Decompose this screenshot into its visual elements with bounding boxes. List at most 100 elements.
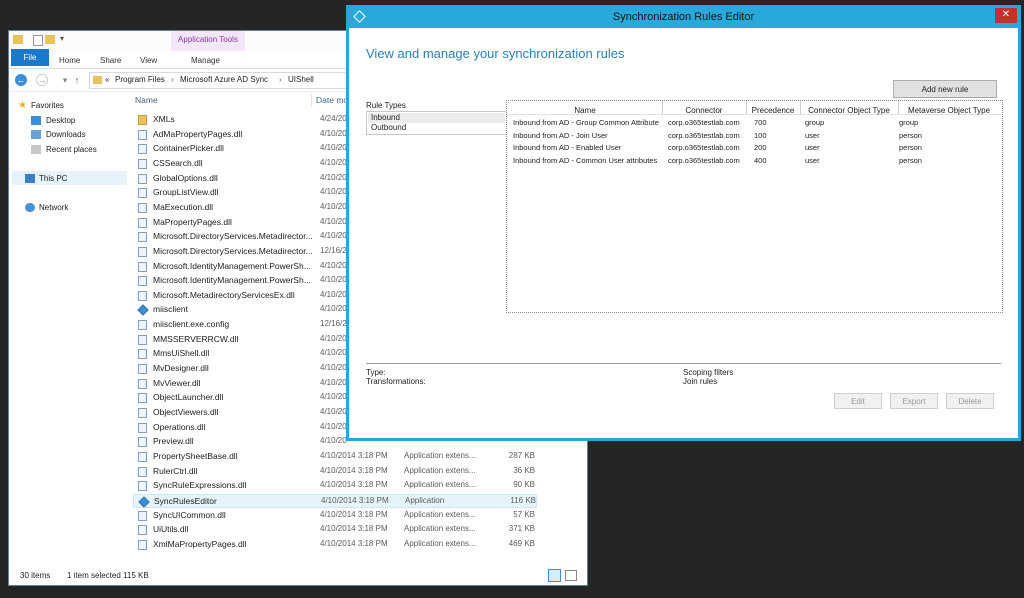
tab-view[interactable]: View xyxy=(140,54,157,68)
breadcrumb-azure-ad-sync[interactable]: Microsoft Azure AD Sync xyxy=(180,73,268,86)
page-heading: View and manage your synchronization rul… xyxy=(366,46,625,61)
file-icon xyxy=(138,510,147,521)
rule-name: Inbound from AD - Group Common Attribute xyxy=(513,118,659,127)
file-icon xyxy=(138,217,147,228)
rule-types-list: Inbound Outbound xyxy=(366,111,508,135)
file-icon xyxy=(138,246,147,257)
file-date: 4/10/20 xyxy=(320,201,347,211)
file-row[interactable]: SyncRuleExpressions.dll 4/10/2014 3:18 PM… xyxy=(133,479,537,493)
rule-types-label: Rule Types xyxy=(366,101,406,110)
file-icon xyxy=(138,129,147,140)
large-icons-view-icon[interactable] xyxy=(565,570,577,581)
rule-name: Inbound from AD - Common User attributes xyxy=(513,155,658,165)
file-row[interactable]: SyncRulesEditor 4/10/2014 3:18 PM Applicat… xyxy=(133,493,537,508)
detail-scoping-filters-label: Scoping filters xyxy=(683,368,734,377)
rule-precedence: 200 xyxy=(754,143,767,152)
file-name: AdMaPropertyPages.dll xyxy=(153,128,243,139)
breadcrumb-uishell[interactable]: UIShell xyxy=(288,73,314,86)
file-icon xyxy=(138,466,147,477)
rule-type-inbound[interactable]: Inbound xyxy=(368,113,505,123)
editor-title-bar[interactable]: Synchronization Rules Editor ✕ xyxy=(349,8,1018,28)
file-row[interactable]: SyncUICommon.dll 4/10/2014 3:18 PM Applica… xyxy=(133,509,537,523)
file-row[interactable]: UiUtils.dll 4/10/2014 3:18 PM Application … xyxy=(133,523,537,537)
file-date: 4/10/20 xyxy=(320,216,347,226)
file-size: 371 KB xyxy=(508,524,535,534)
file-date: 4/10/20 xyxy=(320,157,347,167)
details-view-icon[interactable] xyxy=(548,569,561,582)
file-icon xyxy=(138,437,147,448)
file-size: 116 KB xyxy=(510,495,536,505)
file-name: XmlMaPropertyPages.dll xyxy=(153,538,247,549)
nav-favorites[interactable]: Favorites xyxy=(31,100,64,112)
file-row[interactable]: XmlMaPropertyPages.dll 4/10/2014 3:18 PM A… xyxy=(133,538,537,552)
computer-icon xyxy=(25,174,35,183)
file-icon xyxy=(138,525,147,536)
file-size: 469 KB xyxy=(508,538,535,548)
up-arrow-icon[interactable]: ↑ xyxy=(71,74,83,86)
file-icon xyxy=(138,290,147,301)
delete-button[interactable]: Delete xyxy=(946,393,994,409)
file-size: 36 KB xyxy=(513,465,535,475)
downloads-icon xyxy=(31,130,41,139)
rule-metaverse-object-type: person xyxy=(899,143,922,152)
folder-icon xyxy=(13,35,23,44)
detail-transformations-label: Transformations: xyxy=(366,377,426,386)
folder-icon xyxy=(93,76,102,84)
file-icon xyxy=(138,422,147,433)
rule-connector-object-type: user xyxy=(805,130,820,140)
nav-this-pc[interactable]: This PC xyxy=(39,173,67,185)
file-row[interactable]: PropertySheetBase.dll 4/10/2014 3:18 PM Ap… xyxy=(133,450,537,464)
file-name: Microsoft.DirectoryServices.Metadirector… xyxy=(153,245,313,256)
desktop-icon xyxy=(31,116,41,125)
customize-toolbar-icon[interactable]: ▾ xyxy=(60,34,64,43)
tab-home[interactable]: Home xyxy=(59,54,80,68)
file-icon xyxy=(138,276,147,287)
close-icon[interactable]: ✕ xyxy=(995,8,1017,23)
back-arrow-icon[interactable]: ← xyxy=(15,74,27,86)
export-button[interactable]: Export xyxy=(890,393,938,409)
column-header-connector-object-type[interactable]: Connector Object Type xyxy=(801,106,897,115)
file-row[interactable]: RulerCtrl.dll 4/10/2014 3:18 PM Applicatio… xyxy=(133,465,537,479)
column-header-name[interactable]: Name xyxy=(135,95,158,105)
column-header-date[interactable]: Date mo xyxy=(316,95,348,105)
breadcrumb-program-files[interactable]: Program Files xyxy=(115,73,165,86)
nav-network[interactable]: Network xyxy=(39,202,68,214)
forward-arrow-icon[interactable]: → xyxy=(36,74,48,86)
file-date: 4/10/20 xyxy=(320,407,347,416)
rule-type-outbound[interactable]: Outbound xyxy=(368,123,505,133)
column-header-name[interactable]: Name xyxy=(509,106,661,115)
file-date: 4/10/2014 3:18 PM xyxy=(320,538,388,548)
file-date: 4/10/2014 3:18 PM xyxy=(320,509,388,519)
file-icon xyxy=(138,349,147,360)
add-new-rule-button[interactable]: Add new rule xyxy=(893,80,997,98)
nav-desktop[interactable]: Desktop xyxy=(46,115,75,127)
breadcrumb-separator-icon: › xyxy=(279,75,282,84)
star-icon: ★ xyxy=(18,100,27,111)
column-header-connector[interactable]: Connector xyxy=(663,106,745,115)
nav-recent-places[interactable]: Recent places xyxy=(46,144,97,156)
tab-manage[interactable]: Manage xyxy=(191,54,220,68)
file-date: 4/24/20 xyxy=(320,114,347,123)
column-header-metaverse-object-type[interactable]: Metaverse Object Type xyxy=(899,106,999,115)
file-icon xyxy=(138,378,147,389)
column-header-precedence[interactable]: Precedence xyxy=(747,106,799,115)
properties-icon[interactable] xyxy=(33,35,43,46)
recent-locations-icon[interactable]: ▾ xyxy=(59,74,71,86)
column-divider[interactable] xyxy=(311,93,312,107)
folder-icon xyxy=(138,115,147,125)
nav-downloads[interactable]: Downloads xyxy=(46,129,86,141)
application-icon xyxy=(138,496,150,508)
tab-file[interactable]: File xyxy=(11,49,49,66)
edit-button[interactable]: Edit xyxy=(834,393,882,409)
new-folder-icon[interactable] xyxy=(45,35,55,44)
tab-share[interactable]: Share xyxy=(100,54,121,68)
rule-connector-object-type: group xyxy=(805,118,825,127)
file-type: Application extens... xyxy=(404,538,476,548)
file-icon xyxy=(138,481,147,492)
file-date: 4/10/2014 3:18 PM xyxy=(320,480,388,490)
file-name: UiUtils.dll xyxy=(153,524,189,535)
breadcrumb-overflow[interactable]: « xyxy=(105,73,109,86)
file-date: 4/10/2014 3:18 PM xyxy=(320,524,388,534)
rule-name: Inbound from AD - Enabled User xyxy=(513,143,622,152)
file-date: 4/10/2014 3:18 PM xyxy=(320,450,388,460)
